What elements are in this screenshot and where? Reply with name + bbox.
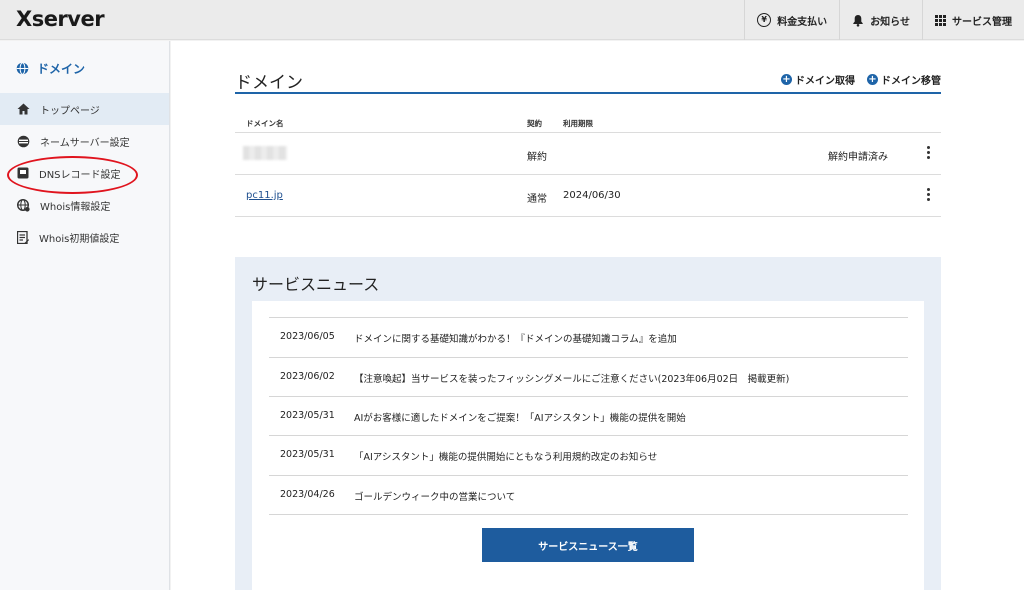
notifications-button[interactable]: お知らせ	[839, 0, 922, 40]
sidebar-item-label: DNSレコード設定	[39, 169, 121, 181]
news-text[interactable]: 【注意喚起】当サービスを装ったフィッシングメールにご注意ください(2023年06…	[354, 371, 789, 385]
plus-circle-icon: +	[781, 74, 792, 85]
yen-icon: ¥	[757, 13, 772, 27]
record-icon	[17, 167, 29, 179]
service-management-button[interactable]: サービス管理	[922, 0, 1024, 40]
list-item[interactable]: 2023/04/26 ゴールデンウィーク中の営業について	[269, 475, 908, 515]
server-icon	[17, 135, 30, 147]
news-date: 2023/06/05	[280, 331, 335, 342]
column-header-contract: 契約	[527, 119, 542, 128]
column-header-expiry: 利用期限	[563, 119, 593, 128]
domain-transfer-label: ドメイン移管	[881, 76, 941, 87]
domain-acquire-label: ドメイン取得	[795, 76, 855, 87]
list-item[interactable]: 2023/06/05 ドメインに関する基礎知識がわかる！『ドメインの基礎知識コラ…	[269, 317, 908, 356]
table-row: pc11.jp 通常 2024/06/30	[235, 175, 941, 217]
news-date: 2023/05/31	[280, 410, 335, 421]
sidebar-item-label: トップページ	[40, 105, 100, 117]
news-text[interactable]: 「AIアシスタント」機能の提供開始にともなう利用規約改定のお知らせ	[354, 449, 657, 463]
sidebar-item-dns-record[interactable]: DNSレコード設定	[0, 157, 169, 189]
form-icon	[17, 230, 29, 244]
service-news-list-button[interactable]: サービスニュース一覧	[482, 528, 694, 562]
row-menu-icon[interactable]	[927, 188, 931, 201]
domain-table-header: ドメイン名 契約 利用期限	[235, 115, 941, 133]
sidebar-item-nameserver[interactable]: ネームサーバー設定	[0, 125, 169, 157]
domain-acquire-button[interactable]: + ドメイン取得	[781, 72, 855, 87]
contract-cell: 解約	[527, 152, 547, 163]
news-date: 2023/05/31	[280, 449, 335, 460]
sidebar-item-label: Whois情報設定	[40, 201, 111, 213]
domain-transfer-button[interactable]: + ドメイン移管	[867, 72, 941, 87]
service-news-panel: サービスニュース 2023/06/05 ドメインに関する基礎知識がわかる！『ドメ…	[235, 257, 941, 590]
service-management-label: サービス管理	[952, 16, 1012, 28]
payment-label: 料金支払い	[777, 16, 828, 28]
title-divider	[235, 92, 941, 94]
sidebar-item-label: ネームサーバー設定	[40, 137, 130, 149]
news-text[interactable]: ゴールデンウィーク中の営業について	[354, 489, 515, 503]
service-news-title: サービスニュース	[252, 275, 380, 294]
xserver-logo[interactable]: Xserver	[16, 7, 105, 31]
sidebar-title-label: ドメイン	[37, 62, 86, 76]
domain-link[interactable]: pc11.jp	[246, 190, 283, 201]
blurred-domain-name	[243, 146, 287, 163]
news-text[interactable]: AIがお客様に適したドメインをご提案！「AIアシスタント」機能の提供を開始	[354, 410, 686, 424]
main-content: ドメイン + ドメイン取得 + ドメイン移管 ドメイン名 契約 利用期限 解約 …	[171, 41, 1024, 590]
list-item[interactable]: 2023/06/02 【注意喚起】当サービスを装ったフィッシングメールにご注意く…	[269, 357, 908, 396]
list-item[interactable]: 2023/05/31 「AIアシスタント」機能の提供開始にともなう利用規約改定の…	[269, 435, 908, 474]
news-date: 2023/04/26	[280, 489, 335, 500]
status-cell: 解約申請済み	[828, 152, 888, 163]
sidebar-item-whois-info[interactable]: Whois情報設定	[0, 189, 169, 221]
bell-icon	[852, 14, 864, 27]
notifications-label: お知らせ	[870, 16, 910, 28]
plus-circle-icon: +	[867, 74, 878, 85]
sidebar-item-top-page[interactable]: トップページ	[0, 93, 169, 125]
sidebar-item-whois-default[interactable]: Whois初期値設定	[0, 221, 169, 253]
table-row: 解約 解約申請済み	[235, 133, 941, 175]
news-text[interactable]: ドメインに関する基礎知識がわかる！『ドメインの基礎知識コラム』を追加	[354, 331, 677, 345]
top-header: Xserver ¥ 料金支払い お知らせ サービス管理	[0, 0, 1024, 40]
grid-icon	[935, 14, 946, 26]
page-title: ドメイン	[235, 73, 303, 93]
sidebar: ドメイン トップページ ネームサーバー設定 DNSレコード設定 Whois情報設…	[0, 41, 170, 590]
column-header-domain: ドメイン名	[246, 119, 284, 128]
title-actions: + ドメイン取得 + ドメイン移管	[781, 72, 941, 87]
row-menu-icon[interactable]	[927, 146, 931, 159]
news-date: 2023/06/02	[280, 371, 335, 382]
sidebar-item-label: Whois初期値設定	[39, 233, 120, 245]
home-icon	[17, 103, 30, 115]
header-nav: ¥ 料金支払い お知らせ サービス管理	[744, 0, 1024, 40]
globe-user-icon	[17, 198, 30, 212]
contract-cell: 通常	[527, 194, 547, 205]
service-news-list: 2023/06/05 ドメインに関する基礎知識がわかる！『ドメインの基礎知識コラ…	[252, 301, 924, 590]
list-item[interactable]: 2023/05/31 AIがお客様に適したドメインをご提案！「AIアシスタント」…	[269, 396, 908, 435]
sidebar-title: ドメイン	[16, 60, 85, 77]
payment-button[interactable]: ¥ 料金支払い	[744, 0, 839, 40]
expiry-cell: 2024/06/30	[563, 190, 621, 201]
globe-icon	[16, 62, 29, 75]
